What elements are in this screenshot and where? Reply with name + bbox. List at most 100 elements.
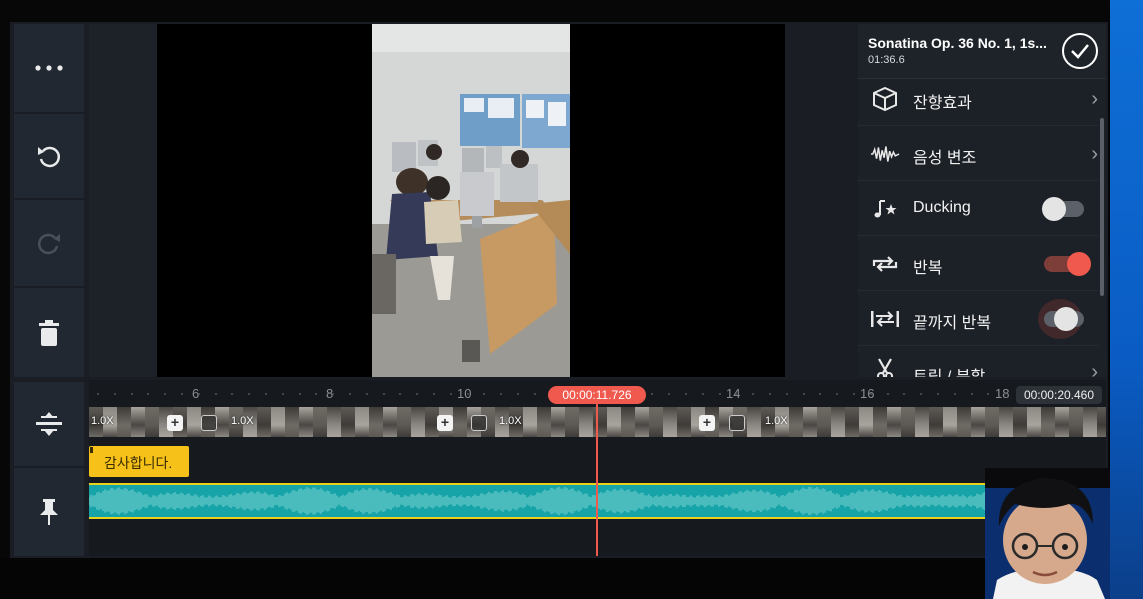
ruler-tick [701,393,704,395]
end-time: 00:00:20.460 [1016,386,1102,404]
repeat-label: 반복 [913,260,943,277]
scissors-icon [870,357,900,377]
add-transition-button[interactable]: + [437,415,453,431]
trim-split-row[interactable]: 트림 / 분할 › [858,347,1098,377]
clip-thumbnail [803,407,817,437]
clip-thumbnail [411,407,425,437]
clip-speed-label: 1.0X [231,415,254,427]
ruler-tick [248,393,251,395]
caption-text: 감사합니다. [104,455,173,471]
add-transition-button[interactable]: + [167,415,183,431]
ruler-tick [785,393,788,395]
clip-thumbnail [355,407,369,437]
reverb-row[interactable]: 잔향효과 › [858,72,1098,126]
clip-thumbnail [887,407,901,437]
clip-thumbnail [523,407,537,437]
delete-button[interactable] [14,288,84,377]
ruler-tick [752,393,755,395]
ruler-tick [819,393,822,395]
clip-thumbnail [131,407,145,437]
ruler-tick [298,393,301,395]
ruler-tick [869,393,872,395]
pin-icon [40,499,58,525]
clip-thumbnail [565,407,579,437]
trim-split-label: 트림 / 분할 [913,363,985,377]
clip-thumbnail [1013,407,1027,437]
ruler-tick [281,393,284,395]
ruler-tick [836,393,839,395]
screen-bottom-bar [0,558,1110,599]
clip-marker-icon [471,415,487,431]
undo-icon [38,146,61,168]
clip-marker-icon [729,415,745,431]
ruler-tick [500,393,503,395]
ducking-row[interactable]: Ducking [858,182,1098,236]
undo-button[interactable] [14,114,84,198]
project-title: Sonatina Op. 36 No. 1, 1s... [868,35,1047,51]
clip-thumbnail [957,407,971,437]
clip-thumbnail [383,407,397,437]
ruler-tick [517,393,519,395]
panel-scrollbar[interactable] [1100,118,1104,296]
track-height-button[interactable] [14,382,84,466]
clip-thumbnail [999,407,1013,437]
ruler-tick [920,393,923,395]
repeat-to-end-label: 끝까지 반복 [913,315,992,332]
clip-thumbnail [789,407,803,437]
repeat-icon [870,252,900,276]
ruler-tick [466,393,469,395]
clip-speed-label: 1.0X [91,415,114,427]
ruler-tick [483,393,486,395]
add-transition-button[interactable]: + [699,415,715,431]
ruler-tick [265,393,267,395]
pin-button[interactable] [14,468,84,556]
clip-thumbnail [215,407,229,437]
chevron-right-icon: › [1091,143,1098,165]
ruler-tick [718,393,721,395]
clip-thumbnail [579,407,593,437]
clip-thumbnail [327,407,341,437]
clip-thumbnail [1069,407,1083,437]
current-time: 00:00:11.726 [548,386,646,404]
redo-button[interactable] [14,200,84,286]
clip-thumbnail [873,407,887,437]
ruler-tick [886,393,889,395]
ruler-tick [349,393,351,395]
expand-vertical-icon [36,412,62,436]
ruler-tick [315,393,318,395]
ruler-tick [937,393,939,395]
clip-thumbnail [145,407,159,437]
clip-thumbnail [607,407,621,437]
ruler-tick [164,393,167,395]
ruler-tick [97,393,99,395]
more-button[interactable] [14,24,84,112]
clip-thumbnail [187,407,201,437]
voice-changer-row[interactable]: 음성 변조 › [858,127,1098,181]
clip-thumbnail [1083,407,1097,437]
ruler-label: 16 [860,386,875,401]
ruler-tick [449,393,452,395]
repeat-to-end-row[interactable]: 끝까지 반복 [858,292,1098,346]
clip-thumbnail [915,407,929,437]
ruler-tick [970,393,973,395]
classroom-scene [372,24,570,377]
ruler-tick [853,393,855,395]
repeat-toggle-knob [1067,252,1091,276]
repeat-to-end-toggle-knob [1054,307,1078,331]
ruler-tick [214,393,217,395]
cube-icon [870,86,900,112]
clip-thumbnail [985,407,999,437]
clip-thumbnail [901,407,915,437]
clip-thumbnail [117,407,131,437]
ruler-tick [668,393,671,395]
reverb-label: 잔향효과 [913,95,972,112]
ducking-toggle-knob [1042,197,1066,221]
clip-speed-label: 1.0X [765,415,788,427]
project-duration: 01:36.6 [868,54,905,66]
playhead[interactable] [596,394,598,556]
repeat-row[interactable]: 반복 [858,237,1098,291]
ruler-tick [332,393,335,395]
clip-thumbnail [341,407,355,437]
ruler-tick [802,393,805,395]
confirm-button[interactable] [1062,33,1098,69]
